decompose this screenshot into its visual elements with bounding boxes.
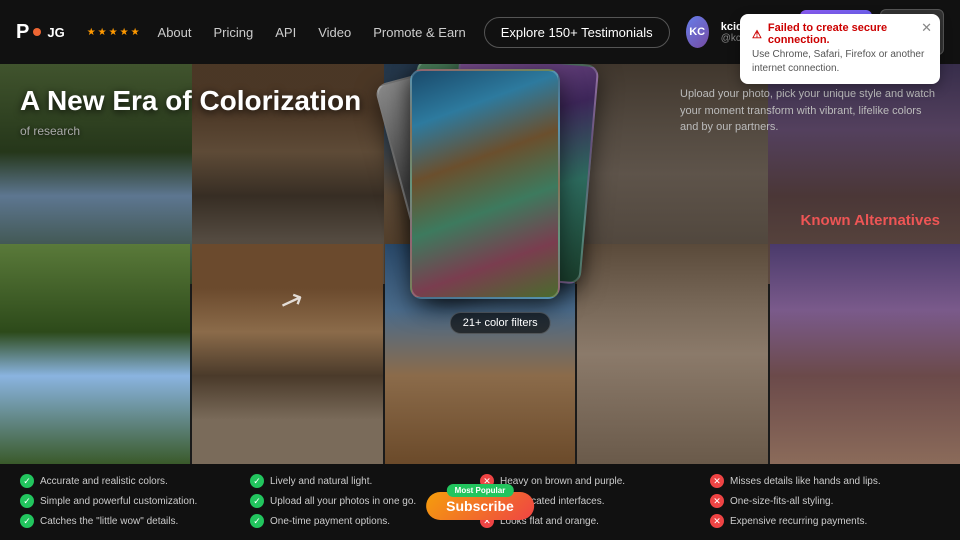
feature-text: Lively and natural light.	[270, 476, 372, 487]
known-alternatives-heading: Known Alternatives	[801, 212, 940, 229]
feature-text: Misses details like hands and lips.	[730, 476, 881, 487]
error-title: ⚠ Failed to create secure connection.	[752, 22, 928, 46]
card-main[interactable]	[410, 69, 560, 299]
hero-title: A New Era of Colorization	[20, 84, 361, 118]
photo-cell-4[interactable]	[577, 244, 767, 464]
check-icon: ✓	[250, 494, 264, 508]
feature-text: Upload all your photos in one go.	[270, 496, 416, 507]
hero-text: A New Era of Colorization of research	[20, 84, 361, 138]
card-stack	[370, 64, 590, 354]
most-popular-badge: Most Popular	[447, 484, 514, 497]
photo-cell-2[interactable]	[192, 244, 382, 464]
nav-links: About Pricing API Video Promote & Earn	[148, 21, 476, 44]
feature-item: ✓ Simple and powerful customization.	[20, 494, 250, 508]
hero-section: A New Era of Colorization of research Up…	[0, 64, 960, 540]
feature-item: ✕ Misses details like hands and lips.	[710, 474, 940, 488]
logo-jg: JG	[47, 25, 64, 40]
check-icon: ✓	[20, 494, 34, 508]
feature-text: Expensive recurring payments.	[730, 516, 867, 527]
nav-pricing[interactable]: Pricing	[204, 21, 264, 44]
nav-about[interactable]: About	[148, 21, 202, 44]
rating-stars: ★ ★ ★ ★ ★	[87, 27, 140, 38]
x-icon: ✕	[710, 474, 724, 488]
subscribe-button[interactable]: Most Popular Subscribe	[426, 492, 534, 520]
check-icon: ✓	[20, 514, 34, 528]
feature-text: One-time payment options.	[270, 516, 390, 527]
feature-text: Heavy on brown and purple.	[500, 476, 625, 487]
feature-item: ✕ Expensive recurring payments.	[710, 514, 940, 528]
hero-subtitle: of research	[20, 124, 361, 138]
photo-cell-1[interactable]	[0, 244, 190, 464]
feature-text: Catches the "little wow" details.	[40, 516, 178, 527]
logo-dot	[33, 28, 41, 36]
subscribe-label: Subscribe	[446, 498, 514, 514]
error-toast: ⚠ Failed to create secure connection. Us…	[740, 14, 940, 84]
nav-promote[interactable]: Promote & Earn	[363, 21, 476, 44]
x-icon: ✕	[710, 494, 724, 508]
hero-description: Upload your photo, pick your unique styl…	[680, 86, 940, 136]
filter-badge[interactable]: 21+ color filters	[450, 312, 551, 334]
feature-item: ✓ Catches the "little wow" details.	[20, 514, 250, 528]
features-col-1: ✓ Accurate and realistic colors. ✓ Simpl…	[20, 474, 250, 528]
check-icon: ✓	[20, 474, 34, 488]
error-close-button[interactable]: ✕	[921, 20, 932, 36]
nav-video[interactable]: Video	[308, 21, 361, 44]
feature-text: One-size-fits-all styling.	[730, 496, 833, 507]
logo[interactable]: P JG	[16, 21, 65, 44]
feature-item: ✓ Lively and natural light.	[250, 474, 480, 488]
photo-cell-5[interactable]	[770, 244, 960, 464]
x-icon: ✕	[710, 514, 724, 528]
feature-item: ✕ One-size-fits-all styling.	[710, 494, 940, 508]
feature-text: Simple and powerful customization.	[40, 496, 197, 507]
check-icon: ✓	[250, 474, 264, 488]
logo-p: P	[16, 21, 29, 44]
feature-item: ✓ Accurate and realistic colors.	[20, 474, 250, 488]
explore-testimonials-button[interactable]: Explore 150+ Testimonials	[484, 17, 670, 48]
avatar[interactable]: KC	[686, 16, 709, 48]
feature-text: Accurate and realistic colors.	[40, 476, 168, 487]
hero-right-text: Upload your photo, pick your unique styl…	[680, 86, 940, 136]
warning-icon: ⚠	[752, 28, 762, 41]
feature-item: ✕ Heavy on brown and purple.	[480, 474, 710, 488]
features-col-4: ✕ Misses details like hands and lips. ✕ …	[710, 474, 940, 528]
nav-api[interactable]: API	[265, 21, 306, 44]
check-icon: ✓	[250, 514, 264, 528]
error-body: Use Chrome, Safari, Firefox or another i…	[752, 48, 928, 76]
